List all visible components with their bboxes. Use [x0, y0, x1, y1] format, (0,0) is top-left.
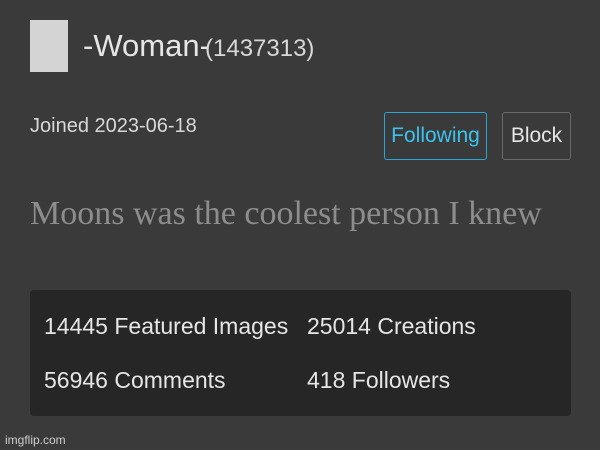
stats-panel: 14445 Featured Images 25014 Creations 56… [30, 290, 571, 416]
imgflip-watermark: imgflip.com [5, 433, 66, 447]
profile-bio: Moons was the coolest person I knew [30, 195, 542, 232]
avatar[interactable] [30, 20, 68, 72]
user-id: (1437313) [205, 35, 315, 62]
joined-date: Joined 2023-06-18 [30, 115, 197, 137]
following-button[interactable]: Following [384, 112, 487, 160]
block-button[interactable]: Block [502, 112, 571, 160]
stat-followers[interactable]: 418 Followers [307, 365, 450, 395]
stat-creations[interactable]: 25014 Creations [307, 311, 476, 341]
username: -Woman- [83, 28, 210, 63]
stat-featured-images[interactable]: 14445 Featured Images [44, 311, 288, 341]
stat-comments[interactable]: 56946 Comments [44, 365, 226, 395]
